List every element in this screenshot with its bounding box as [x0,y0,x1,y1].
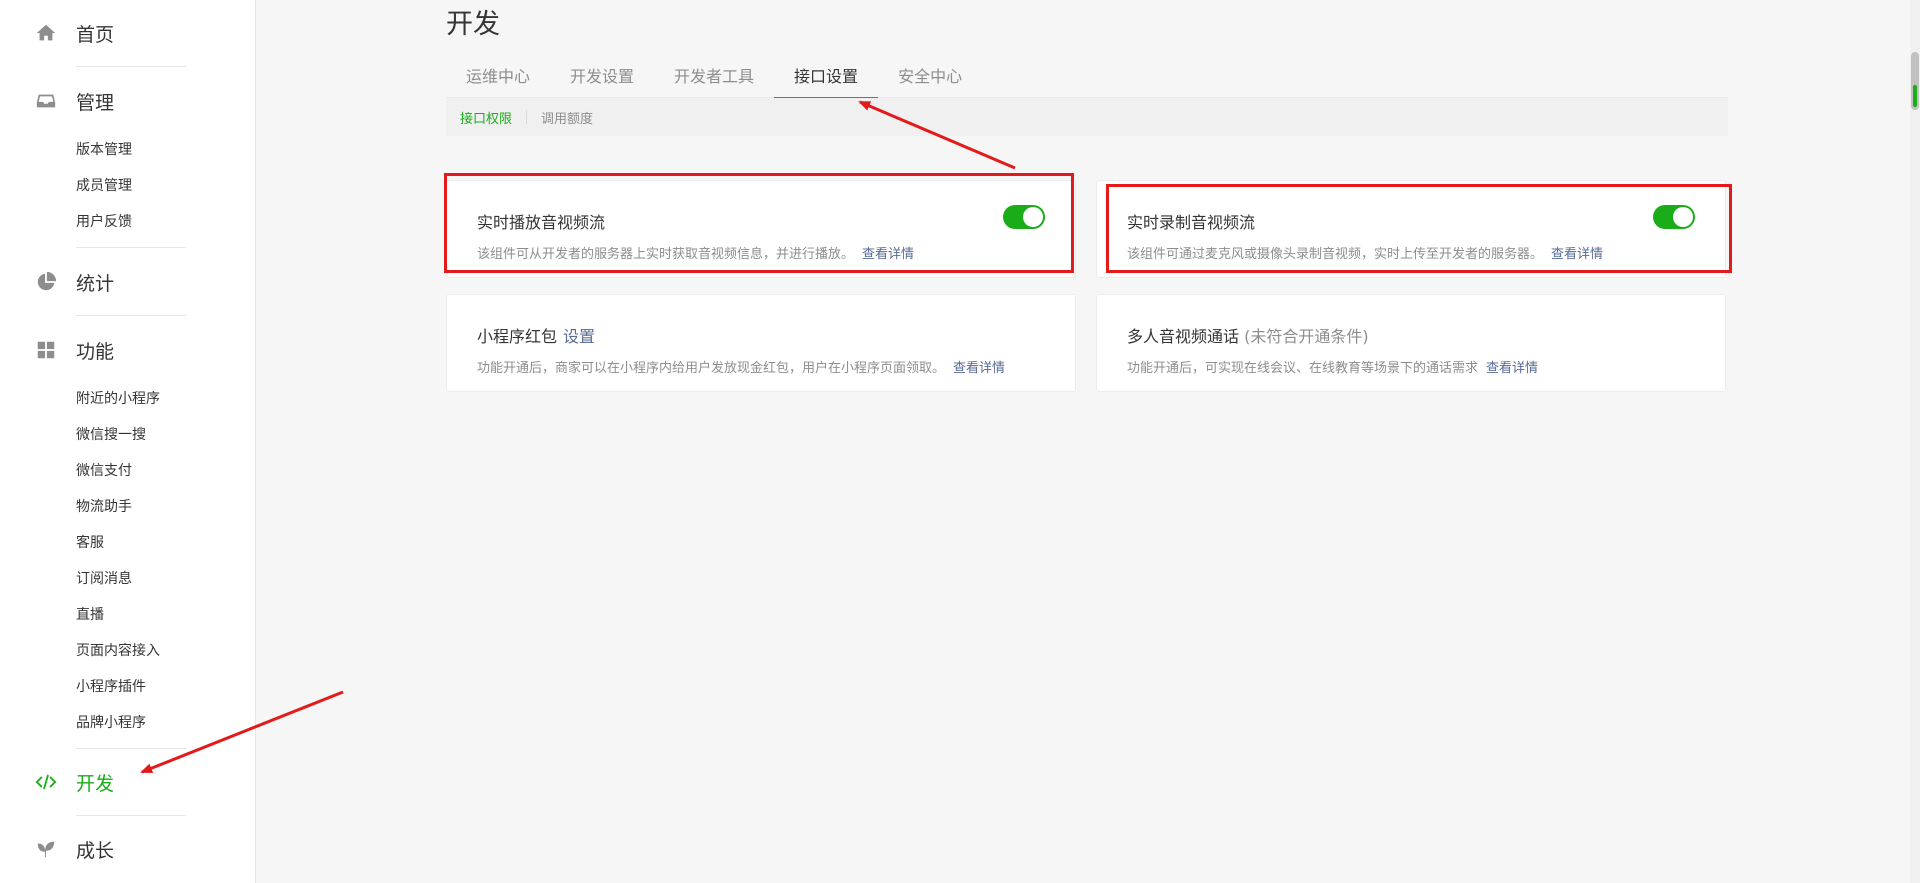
tab-bar: 运维中心 开发设置 开发者工具 接口设置 安全中心 [446,56,1728,99]
sidebar-subitem-plugin[interactable]: 小程序插件 [76,677,146,697]
red-packet-settings-link[interactable]: 设置 [563,327,595,346]
sidebar-subitem-pay[interactable]: 微信支付 [76,461,132,481]
pie-chart-icon [34,270,58,294]
subtab-call-quota[interactable]: 调用额度 [541,108,593,127]
card-title-text: 小程序红包 [477,327,558,346]
card-desc: 功能开通后，商家可以在小程序内给用户发放现金红包，用户在小程序页面领取。 查看详情 [477,357,1005,376]
sidebar-item-label: 功能 [76,340,115,363]
eligibility-note: (未符合开通条件) [1244,327,1369,346]
sidebar-item-label: 统计 [76,272,115,295]
page-title: 开发 [446,9,500,40]
scrollbar-thumb[interactable] [1911,52,1919,110]
sidebar-item-manage[interactable]: 管理 [34,84,114,118]
tab-dev-tools[interactable]: 开发者工具 [654,56,774,98]
tab-security-center[interactable]: 安全中心 [878,56,982,98]
sidebar-subitem-logistics[interactable]: 物流助手 [76,497,132,517]
card-voip: 多人音视频通话 (未符合开通条件) 功能开通后，可实现在线会议、在线教育等场景下… [1096,294,1726,392]
grid-icon [34,338,58,362]
card-desc-text: 功能开通后，商家可以在小程序内给用户发放现金红包，用户在小程序页面领取。 [477,361,946,376]
card-title: 小程序红包 设置 [477,323,595,347]
sidebar-divider [76,748,186,749]
tab-dev-settings[interactable]: 开发设置 [550,56,654,98]
sidebar-divider [76,315,186,316]
sidebar-subitem-feedback[interactable]: 用户反馈 [76,212,132,232]
sidebar-subitem-nearby[interactable]: 附近的小程序 [76,389,160,409]
sidebar-item-stats[interactable]: 统计 [34,265,114,299]
sidebar-item-home[interactable]: 首页 [34,16,114,50]
sidebar-item-label: 首页 [76,23,115,46]
sidebar-item-develop[interactable]: 开发 [34,765,114,799]
sidebar-item-features[interactable]: 功能 [34,333,114,367]
sidebar-subitem-search[interactable]: 微信搜一搜 [76,425,146,445]
app-root: 首页 管理 版本管理 成员管理 用户反馈 统计 功能 附近的小程序 微信搜一搜 [0,0,1920,883]
sidebar-divider [76,247,186,248]
card-title-text: 多人音视频通话 [1127,327,1240,346]
card-red-packet: 小程序红包 设置 功能开通后，商家可以在小程序内给用户发放现金红包，用户在小程序页… [446,294,1076,392]
main-content: 开发 运维中心 开发设置 开发者工具 接口设置 安全中心 接口权限 调用额度 实… [256,0,1920,883]
inbox-icon [34,89,58,113]
tab-api-settings[interactable]: 接口设置 [774,56,879,99]
sidebar-item-label: 开发 [76,772,115,795]
scrollbar-indicator [1913,85,1917,107]
highlight-box-live-play [444,173,1074,273]
sidebar-subitem-content[interactable]: 页面内容接入 [76,641,160,661]
sidebar-divider [76,66,186,67]
code-icon [34,770,58,794]
sidebar-subitem-members[interactable]: 成员管理 [76,176,132,196]
subtab-divider [526,110,528,124]
tab-ops-center[interactable]: 运维中心 [446,56,550,98]
sidebar-subitem-version[interactable]: 版本管理 [76,140,132,160]
sidebar-subitem-live[interactable]: 直播 [76,605,104,625]
sidebar-item-label: 管理 [76,91,115,114]
page-scrollbar[interactable] [1910,0,1920,883]
card-desc: 功能开通后，可实现在线会议、在线教育等场景下的通话需求 查看详情 [1127,357,1538,376]
card-desc-text: 功能开通后，可实现在线会议、在线教育等场景下的通话需求 [1127,361,1479,376]
sidebar-divider [76,815,186,816]
view-details-link[interactable]: 查看详情 [1486,361,1538,376]
sidebar-subitem-service[interactable]: 客服 [76,533,104,553]
sidebar-item-label: 成长 [76,839,115,862]
sidebar: 首页 管理 版本管理 成员管理 用户反馈 统计 功能 附近的小程序 微信搜一搜 [0,0,256,883]
sidebar-item-growth[interactable]: 成长 [34,832,114,866]
home-icon [34,21,58,45]
view-details-link[interactable]: 查看详情 [953,361,1005,376]
sidebar-subitem-brand[interactable]: 品牌小程序 [76,713,146,733]
highlight-box-live-push [1106,184,1732,273]
sprout-icon [34,837,58,861]
sidebar-subitem-subscribe[interactable]: 订阅消息 [76,569,132,589]
card-title: 多人音视频通话 (未符合开通条件) [1127,323,1369,347]
subtab-bar: 接口权限 调用额度 [446,98,1728,136]
subtab-api-permissions[interactable]: 接口权限 [460,108,512,127]
